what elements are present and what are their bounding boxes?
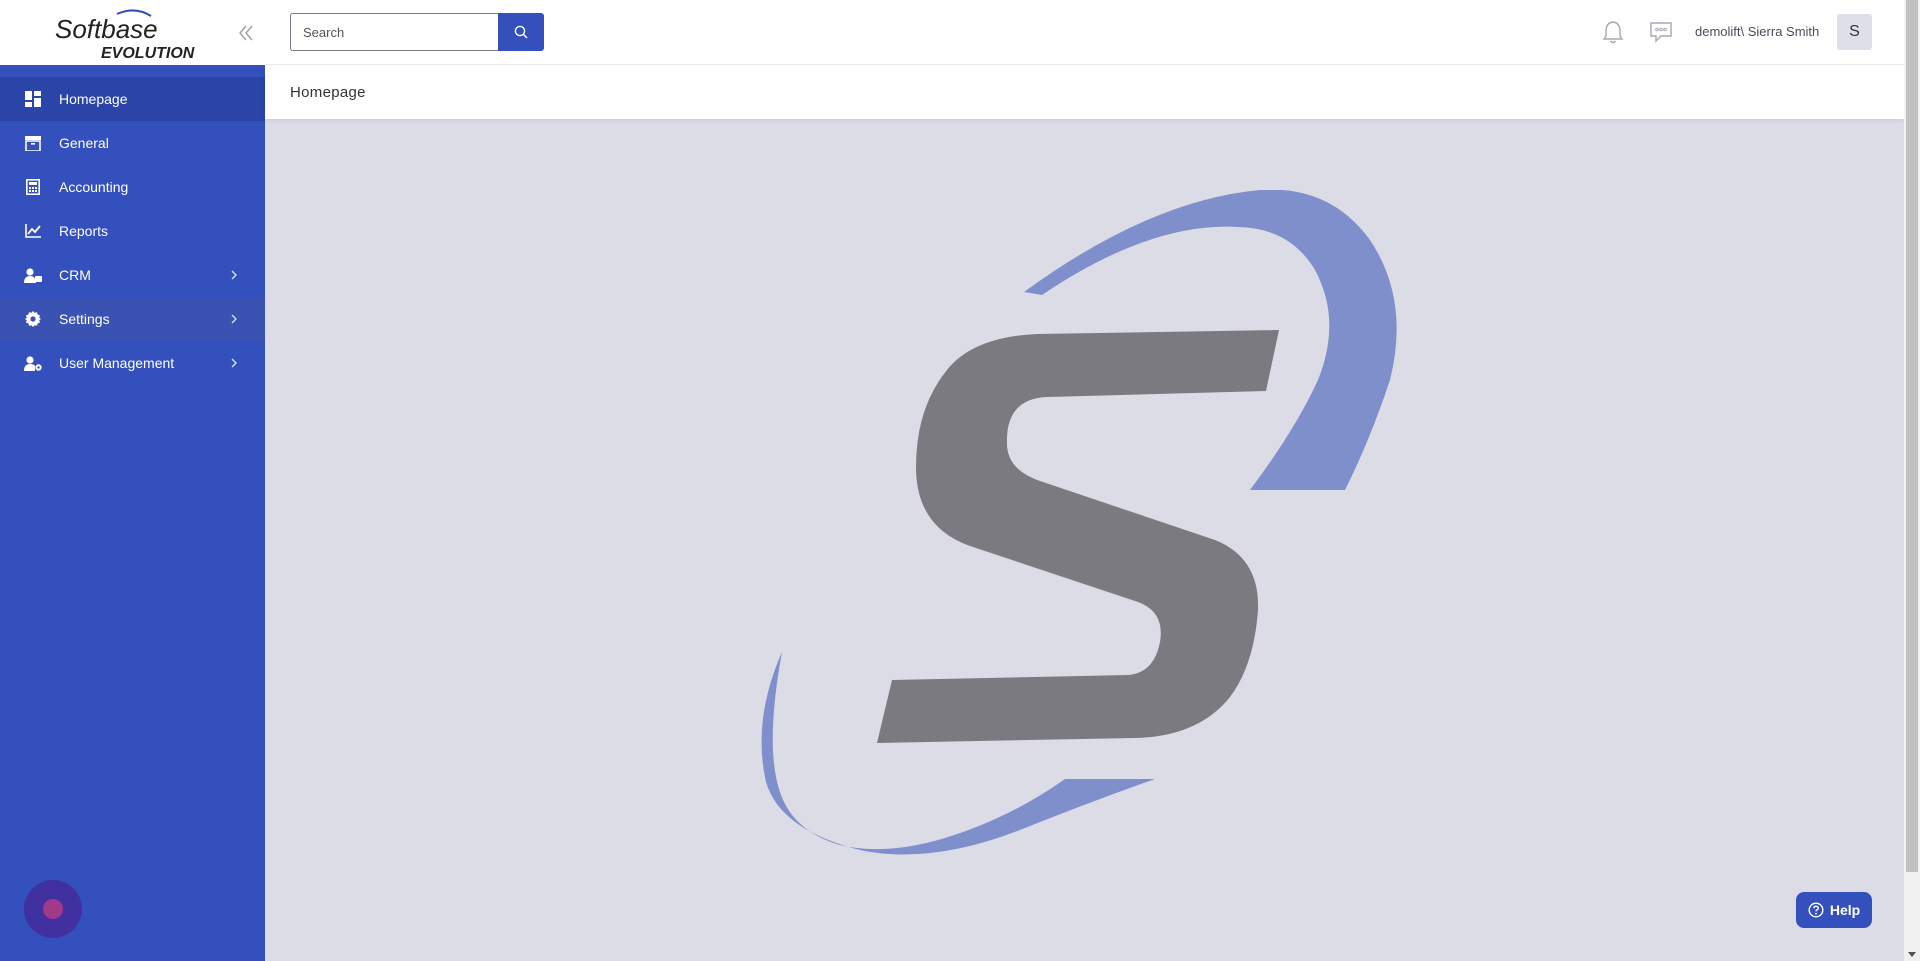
center-s: [877, 330, 1279, 743]
collapse-sidebar-button[interactable]: [236, 22, 256, 44]
user-card-icon: [24, 266, 42, 284]
help-label: Help: [1829, 902, 1861, 918]
search-icon: [514, 25, 528, 39]
double-chevron-left-icon: [239, 25, 253, 41]
sidebar-item-general[interactable]: General: [0, 121, 265, 165]
sidebar-item-label: Homepage: [59, 91, 128, 107]
logo-area: Softbase EVOLUTION: [0, 0, 265, 65]
top-bar: demolift\ Sierra Smith S: [265, 0, 1904, 65]
softbase-logo: Softbase EVOLUTION: [55, 9, 195, 60]
sidebar-item-accounting[interactable]: Accounting: [0, 165, 265, 209]
question-circle-icon: [1808, 902, 1824, 918]
softbase-watermark-logo: [761, 190, 1397, 855]
sidebar-item-label: Accounting: [59, 179, 129, 195]
chevron-right-icon: [229, 311, 239, 327]
sidebar-item-reports[interactable]: Reports: [0, 209, 265, 253]
scrollbar-thumb[interactable]: [1906, 0, 1918, 872]
messages-icon[interactable]: [1649, 21, 1673, 43]
sidebar-item-crm[interactable]: CRM: [0, 253, 265, 297]
chat-widget-button[interactable]: [24, 880, 82, 938]
search-box: [290, 13, 544, 51]
breadcrumb: Homepage: [265, 65, 1904, 119]
calculator-icon: [24, 178, 42, 196]
avatar[interactable]: S: [1837, 14, 1872, 50]
line-chart-icon: [24, 222, 42, 240]
archive-box-icon: [24, 134, 42, 152]
sidebar-item-label: General: [59, 135, 109, 151]
logo-text-bottom: EVOLUTION: [101, 45, 195, 60]
sidebar-item-homepage[interactable]: Homepage: [0, 77, 265, 121]
bell-icon[interactable]: [1602, 20, 1624, 44]
search-input[interactable]: [290, 13, 498, 51]
sidebar-item-label: Reports: [59, 223, 109, 239]
page-scrollbar[interactable]: [1904, 0, 1920, 961]
chat-widget-icon: [43, 899, 63, 919]
user-cog-icon: [24, 354, 42, 372]
dashboard-icon: [24, 90, 42, 108]
user-name[interactable]: demolift\ Sierra Smith: [1695, 24, 1819, 39]
sidebar-item-user-management[interactable]: User Management: [0, 341, 265, 385]
sidebar-nav: Homepage General Accounting Reports CRM: [0, 65, 265, 385]
scroll-down-arrow-icon[interactable]: [1908, 952, 1916, 957]
page-title: Homepage: [290, 84, 366, 101]
sidebar-item-settings[interactable]: Settings: [0, 297, 265, 341]
logo-text-top: Softbase: [55, 14, 158, 44]
help-button[interactable]: Help: [1796, 892, 1872, 928]
chevron-right-icon: [229, 267, 239, 283]
gear-icon: [24, 310, 42, 328]
sidebar: Softbase EVOLUTION Homepage General Acco…: [0, 0, 265, 961]
chevron-right-icon: [229, 355, 239, 371]
search-button[interactable]: [498, 13, 544, 51]
